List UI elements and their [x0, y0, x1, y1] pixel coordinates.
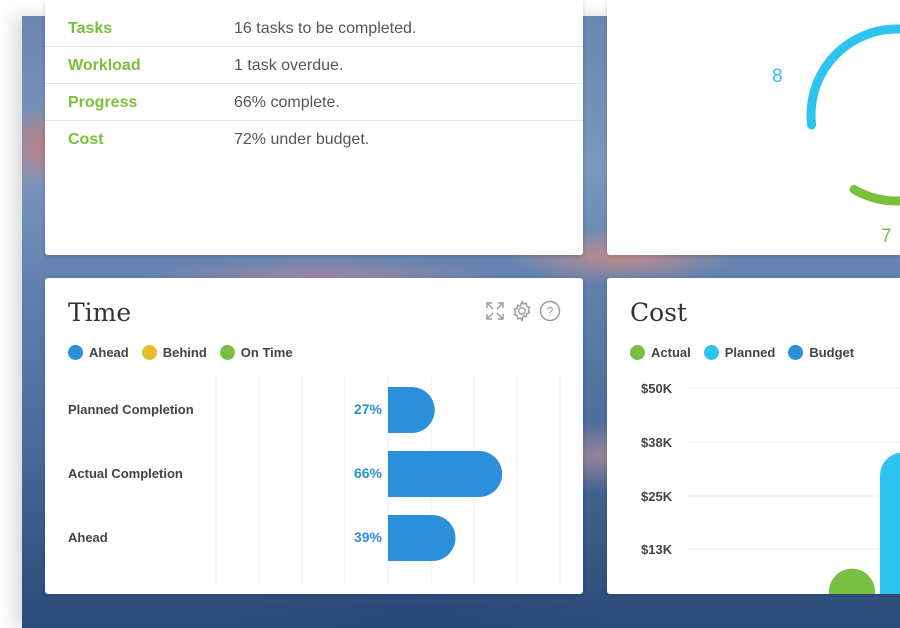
summary-label: Progress: [68, 94, 138, 111]
y-tick-label: $38K: [641, 435, 673, 450]
category-label: Ahead: [68, 530, 108, 545]
y-tick-label: $13K: [641, 542, 673, 557]
cost-card: Cost Actual Planned Budget $50K $38K $25…: [607, 278, 900, 594]
category-label: Planned Completion: [68, 402, 194, 417]
bar-value-label: 66%: [353, 465, 382, 481]
y-tick-label: $50K: [641, 381, 673, 396]
donut-chart: 8 7: [772, 24, 900, 247]
summary-row-cost: Cost 72% under budget.: [45, 121, 583, 157]
summary-row-workload: Workload 1 task overdue.: [45, 47, 583, 84]
donut-segment-gray: [806, 24, 900, 206]
cost-bar-actual: [829, 568, 875, 594]
summary-value: 16 tasks to be completed.: [234, 20, 417, 37]
summary-label: Tasks: [68, 20, 113, 37]
bar-value-label: 27%: [353, 401, 382, 417]
donut-label-green: 7: [881, 226, 892, 247]
time-bar: [388, 451, 503, 497]
summary-value: 66% complete.: [234, 94, 340, 111]
summary-label: Workload: [68, 57, 141, 74]
bar-value-label: 39%: [353, 529, 382, 545]
summary-value: 1 task overdue.: [234, 57, 344, 74]
donut-segment-blue: [806, 24, 900, 206]
summary-row-tasks: Tasks 16 tasks to be completed.: [45, 10, 583, 47]
time-chart: [215, 376, 561, 584]
donut-label-blue: 8: [772, 66, 783, 87]
time-card: Time ? Ahead Behind On Time Planned Comp…: [45, 278, 583, 594]
time-bar: [388, 515, 456, 561]
time-bar: [388, 387, 435, 433]
project-summary-card: Tasks 16 tasks to be completed. Workload…: [45, 0, 583, 255]
summary-row-progress: Progress 66% complete.: [45, 84, 583, 121]
tasks-donut-card: 8 7: [607, 0, 900, 255]
summary-value: 72% under budget.: [234, 131, 370, 148]
summary-label: Cost: [68, 131, 104, 148]
y-tick-label: $25K: [641, 489, 673, 504]
donut-segment-green: [806, 24, 900, 206]
cost-bar-planned: [880, 452, 900, 594]
category-label: Actual Completion: [68, 466, 183, 481]
